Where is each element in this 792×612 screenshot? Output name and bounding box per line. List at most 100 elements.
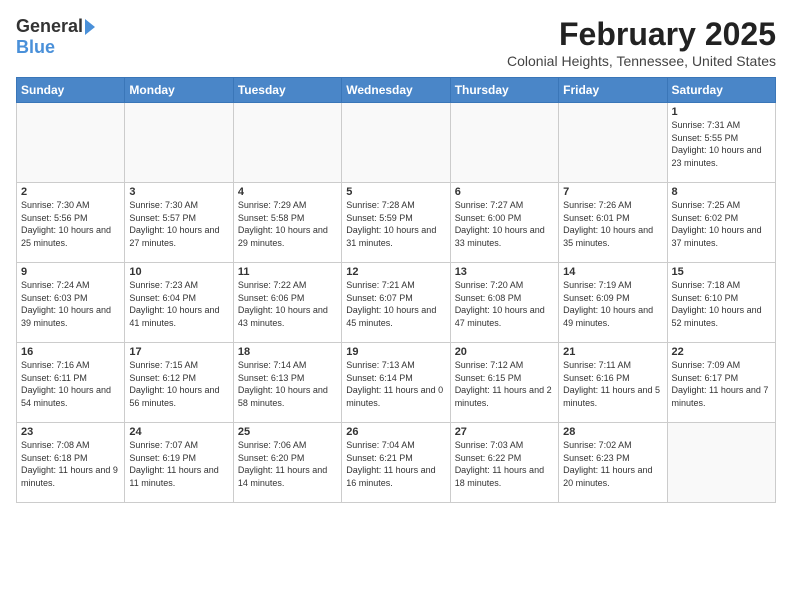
calendar-week-row: 1Sunrise: 7:31 AM Sunset: 5:55 PM Daylig… — [17, 103, 776, 183]
calendar-cell — [342, 103, 450, 183]
calendar-cell — [559, 103, 667, 183]
day-number: 25 — [238, 426, 337, 438]
calendar-cell: 7Sunrise: 7:26 AM Sunset: 6:01 PM Daylig… — [559, 183, 667, 263]
day-info: Sunrise: 7:13 AM Sunset: 6:14 PM Dayligh… — [346, 359, 445, 409]
day-info: Sunrise: 7:25 AM Sunset: 6:02 PM Dayligh… — [672, 199, 771, 249]
calendar-week-row: 16Sunrise: 7:16 AM Sunset: 6:11 PM Dayli… — [17, 343, 776, 423]
location-subtitle: Colonial Heights, Tennessee, United Stat… — [507, 53, 776, 69]
day-info: Sunrise: 7:31 AM Sunset: 5:55 PM Dayligh… — [672, 119, 771, 169]
header: General Blue February 2025 Colonial Heig… — [16, 16, 776, 69]
day-info: Sunrise: 7:15 AM Sunset: 6:12 PM Dayligh… — [129, 359, 228, 409]
calendar-cell: 25Sunrise: 7:06 AM Sunset: 6:20 PM Dayli… — [233, 423, 341, 503]
day-number: 27 — [455, 426, 554, 438]
day-info: Sunrise: 7:11 AM Sunset: 6:16 PM Dayligh… — [563, 359, 662, 409]
calendar-cell: 12Sunrise: 7:21 AM Sunset: 6:07 PM Dayli… — [342, 263, 450, 343]
day-number: 26 — [346, 426, 445, 438]
day-info: Sunrise: 7:18 AM Sunset: 6:10 PM Dayligh… — [672, 279, 771, 329]
calendar-cell — [17, 103, 125, 183]
day-number: 21 — [563, 346, 662, 358]
weekday-header-thursday: Thursday — [450, 78, 558, 103]
calendar-week-row: 23Sunrise: 7:08 AM Sunset: 6:18 PM Dayli… — [17, 423, 776, 503]
calendar-cell: 5Sunrise: 7:28 AM Sunset: 5:59 PM Daylig… — [342, 183, 450, 263]
day-number: 3 — [129, 186, 228, 198]
day-number: 11 — [238, 266, 337, 278]
day-info: Sunrise: 7:02 AM Sunset: 6:23 PM Dayligh… — [563, 439, 662, 489]
calendar-cell: 6Sunrise: 7:27 AM Sunset: 6:00 PM Daylig… — [450, 183, 558, 263]
calendar-week-row: 2Sunrise: 7:30 AM Sunset: 5:56 PM Daylig… — [17, 183, 776, 263]
logo: General Blue — [16, 16, 95, 58]
month-title: February 2025 — [507, 16, 776, 53]
day-number: 5 — [346, 186, 445, 198]
day-info: Sunrise: 7:19 AM Sunset: 6:09 PM Dayligh… — [563, 279, 662, 329]
calendar-cell: 27Sunrise: 7:03 AM Sunset: 6:22 PM Dayli… — [450, 423, 558, 503]
day-info: Sunrise: 7:22 AM Sunset: 6:06 PM Dayligh… — [238, 279, 337, 329]
day-number: 19 — [346, 346, 445, 358]
day-number: 8 — [672, 186, 771, 198]
day-info: Sunrise: 7:07 AM Sunset: 6:19 PM Dayligh… — [129, 439, 228, 489]
day-number: 23 — [21, 426, 120, 438]
day-info: Sunrise: 7:27 AM Sunset: 6:00 PM Dayligh… — [455, 199, 554, 249]
day-info: Sunrise: 7:26 AM Sunset: 6:01 PM Dayligh… — [563, 199, 662, 249]
day-number: 22 — [672, 346, 771, 358]
day-number: 9 — [21, 266, 120, 278]
calendar-cell: 10Sunrise: 7:23 AM Sunset: 6:04 PM Dayli… — [125, 263, 233, 343]
day-number: 13 — [455, 266, 554, 278]
day-info: Sunrise: 7:16 AM Sunset: 6:11 PM Dayligh… — [21, 359, 120, 409]
weekday-header-tuesday: Tuesday — [233, 78, 341, 103]
day-number: 10 — [129, 266, 228, 278]
calendar-cell: 20Sunrise: 7:12 AM Sunset: 6:15 PM Dayli… — [450, 343, 558, 423]
day-number: 20 — [455, 346, 554, 358]
day-number: 12 — [346, 266, 445, 278]
weekday-header-friday: Friday — [559, 78, 667, 103]
weekday-header-sunday: Sunday — [17, 78, 125, 103]
calendar-cell: 9Sunrise: 7:24 AM Sunset: 6:03 PM Daylig… — [17, 263, 125, 343]
calendar-week-row: 9Sunrise: 7:24 AM Sunset: 6:03 PM Daylig… — [17, 263, 776, 343]
calendar-cell: 24Sunrise: 7:07 AM Sunset: 6:19 PM Dayli… — [125, 423, 233, 503]
day-info: Sunrise: 7:23 AM Sunset: 6:04 PM Dayligh… — [129, 279, 228, 329]
day-info: Sunrise: 7:20 AM Sunset: 6:08 PM Dayligh… — [455, 279, 554, 329]
title-block: February 2025 Colonial Heights, Tennesse… — [507, 16, 776, 69]
calendar-cell: 14Sunrise: 7:19 AM Sunset: 6:09 PM Dayli… — [559, 263, 667, 343]
weekday-header-wednesday: Wednesday — [342, 78, 450, 103]
day-number: 17 — [129, 346, 228, 358]
day-number: 18 — [238, 346, 337, 358]
day-number: 1 — [672, 106, 771, 118]
calendar-cell: 1Sunrise: 7:31 AM Sunset: 5:55 PM Daylig… — [667, 103, 775, 183]
day-info: Sunrise: 7:21 AM Sunset: 6:07 PM Dayligh… — [346, 279, 445, 329]
logo-triangle-icon — [85, 19, 95, 35]
calendar-cell — [125, 103, 233, 183]
day-info: Sunrise: 7:30 AM Sunset: 5:56 PM Dayligh… — [21, 199, 120, 249]
day-info: Sunrise: 7:08 AM Sunset: 6:18 PM Dayligh… — [21, 439, 120, 489]
weekday-header-monday: Monday — [125, 78, 233, 103]
day-info: Sunrise: 7:30 AM Sunset: 5:57 PM Dayligh… — [129, 199, 228, 249]
calendar-cell: 4Sunrise: 7:29 AM Sunset: 5:58 PM Daylig… — [233, 183, 341, 263]
day-info: Sunrise: 7:12 AM Sunset: 6:15 PM Dayligh… — [455, 359, 554, 409]
day-number: 24 — [129, 426, 228, 438]
weekday-header-saturday: Saturday — [667, 78, 775, 103]
day-number: 7 — [563, 186, 662, 198]
calendar-cell: 21Sunrise: 7:11 AM Sunset: 6:16 PM Dayli… — [559, 343, 667, 423]
day-info: Sunrise: 7:03 AM Sunset: 6:22 PM Dayligh… — [455, 439, 554, 489]
calendar-cell: 3Sunrise: 7:30 AM Sunset: 5:57 PM Daylig… — [125, 183, 233, 263]
weekday-header-row: SundayMondayTuesdayWednesdayThursdayFrid… — [17, 78, 776, 103]
calendar-cell: 18Sunrise: 7:14 AM Sunset: 6:13 PM Dayli… — [233, 343, 341, 423]
logo-blue-text: Blue — [16, 37, 55, 58]
day-number: 4 — [238, 186, 337, 198]
day-number: 28 — [563, 426, 662, 438]
calendar-cell — [450, 103, 558, 183]
calendar-cell: 28Sunrise: 7:02 AM Sunset: 6:23 PM Dayli… — [559, 423, 667, 503]
calendar-cell: 15Sunrise: 7:18 AM Sunset: 6:10 PM Dayli… — [667, 263, 775, 343]
calendar-cell: 19Sunrise: 7:13 AM Sunset: 6:14 PM Dayli… — [342, 343, 450, 423]
page: General Blue February 2025 Colonial Heig… — [0, 0, 792, 511]
calendar-cell: 13Sunrise: 7:20 AM Sunset: 6:08 PM Dayli… — [450, 263, 558, 343]
calendar-cell — [667, 423, 775, 503]
calendar-cell: 2Sunrise: 7:30 AM Sunset: 5:56 PM Daylig… — [17, 183, 125, 263]
calendar-cell: 26Sunrise: 7:04 AM Sunset: 6:21 PM Dayli… — [342, 423, 450, 503]
day-info: Sunrise: 7:04 AM Sunset: 6:21 PM Dayligh… — [346, 439, 445, 489]
day-number: 6 — [455, 186, 554, 198]
calendar-cell: 17Sunrise: 7:15 AM Sunset: 6:12 PM Dayli… — [125, 343, 233, 423]
calendar-cell: 16Sunrise: 7:16 AM Sunset: 6:11 PM Dayli… — [17, 343, 125, 423]
logo-general-text: General — [16, 16, 83, 37]
day-number: 14 — [563, 266, 662, 278]
calendar-cell: 22Sunrise: 7:09 AM Sunset: 6:17 PM Dayli… — [667, 343, 775, 423]
